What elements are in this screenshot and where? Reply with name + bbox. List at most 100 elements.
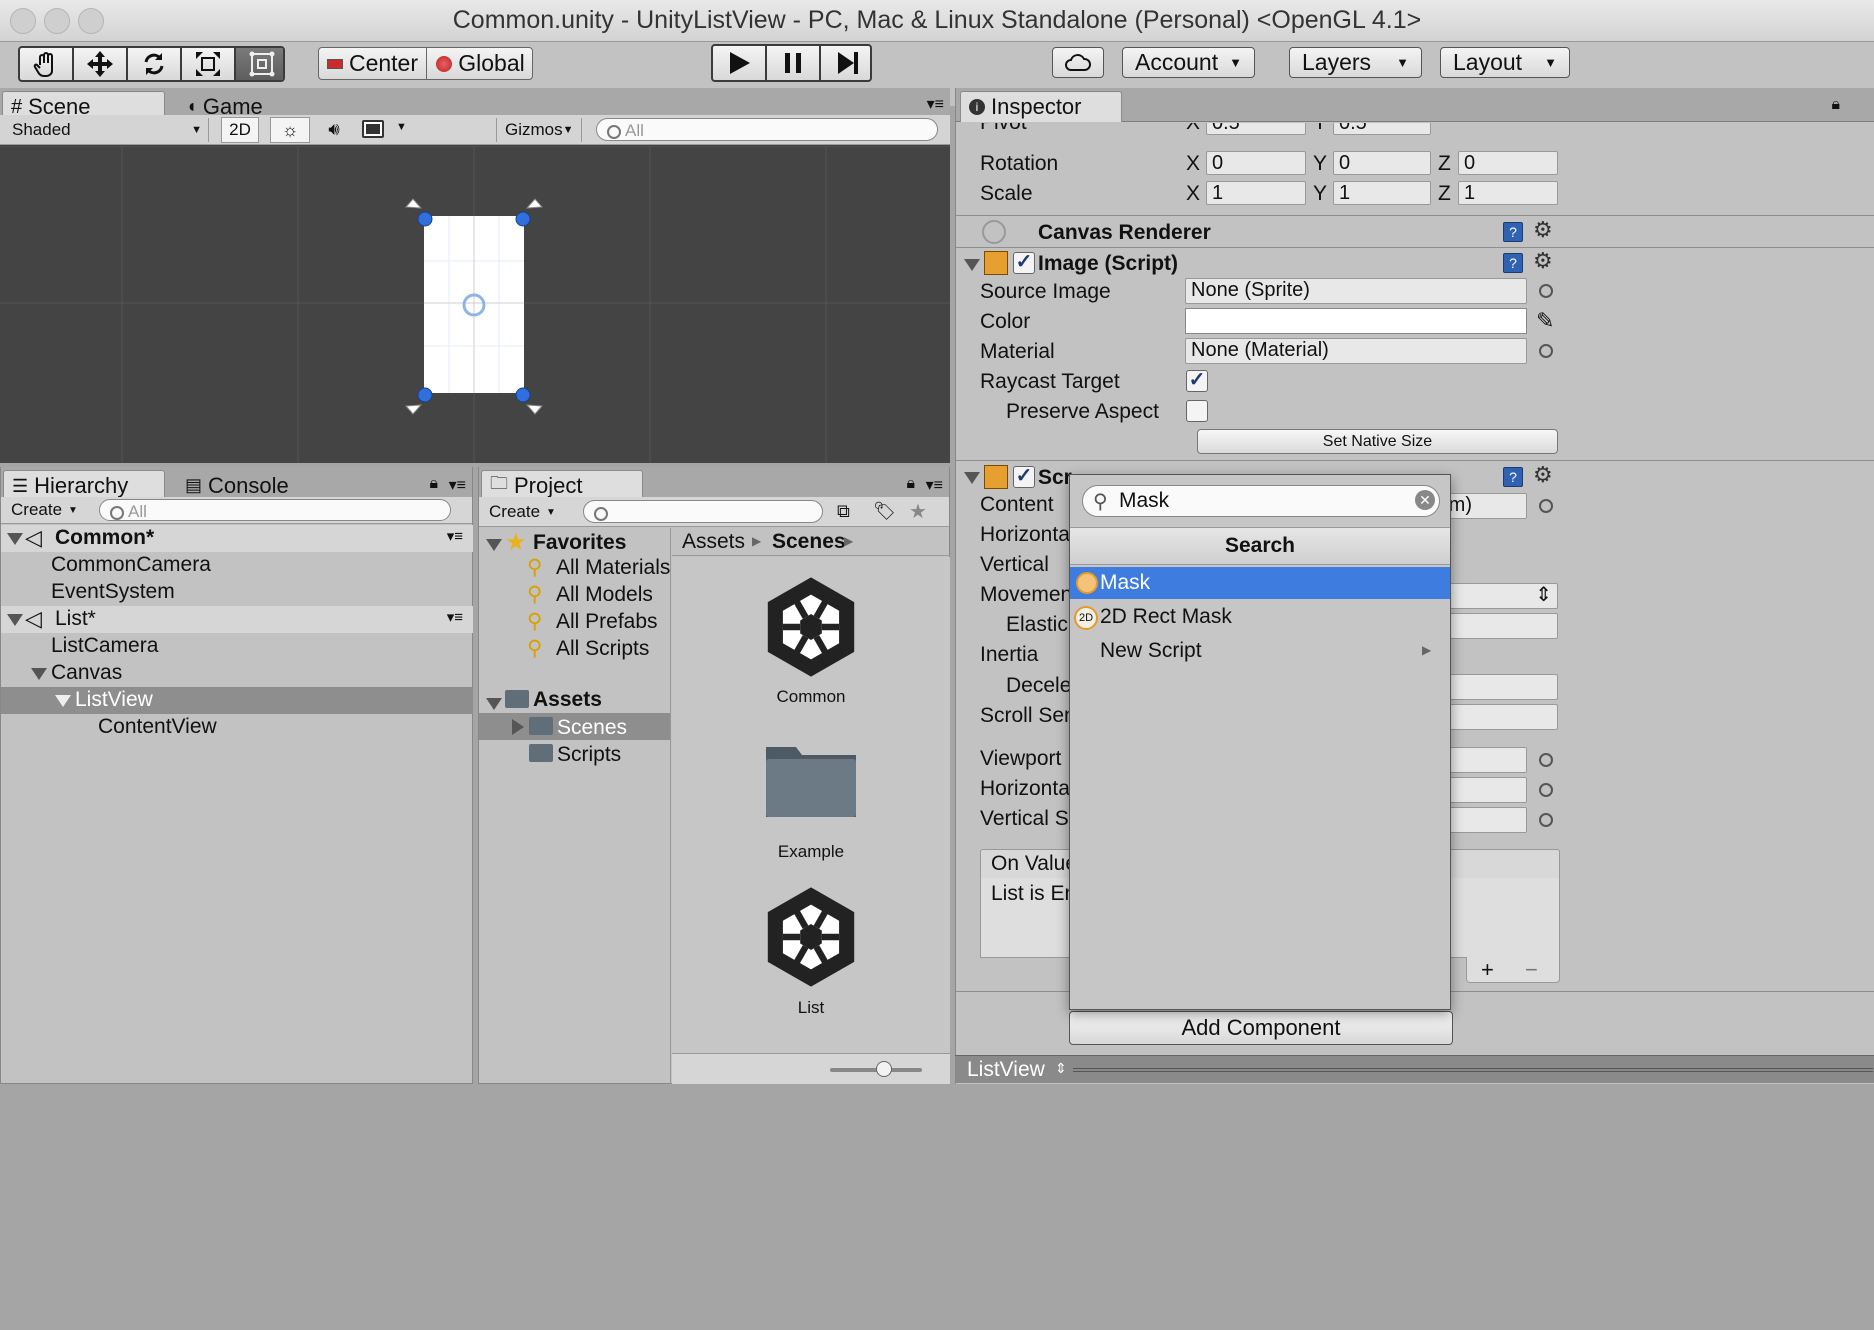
- pivot-x-field[interactable]: 0.5: [1206, 123, 1306, 135]
- favorite-item[interactable]: All Materials: [556, 556, 670, 580]
- cloud-button[interactable]: [1052, 47, 1104, 78]
- layers-dropdown[interactable]: Layers ▼: [1289, 47, 1422, 78]
- hierarchy-row[interactable]: EventSystem: [1, 579, 473, 606]
- foldout-arrow-icon[interactable]: [964, 472, 980, 484]
- expand-arrow-icon[interactable]: [55, 695, 71, 707]
- clear-search-icon[interactable]: ✕: [1415, 490, 1435, 510]
- eyedropper-icon[interactable]: ✎: [1536, 308, 1554, 334]
- audio-toggle-button[interactable]: 🔊︎: [314, 117, 354, 143]
- scene-search-input[interactable]: All: [596, 118, 938, 141]
- breadcrumb-assets[interactable]: Assets: [682, 530, 745, 554]
- raycast-target-checkbox[interactable]: ✓: [1186, 370, 1208, 392]
- shading-dropdown[interactable]: Shaded ▼: [6, 118, 209, 142]
- space-toggle-button[interactable]: Global: [427, 48, 532, 79]
- scale-z-field[interactable]: 1: [1458, 181, 1558, 205]
- favorite-item[interactable]: All Models: [556, 583, 653, 607]
- expand-arrow-icon[interactable]: [7, 533, 23, 545]
- selected-object-label[interactable]: ListView: [967, 1058, 1045, 1082]
- anchor-handle[interactable]: [525, 198, 544, 209]
- object-picker-icon[interactable]: [1539, 344, 1553, 358]
- rotation-y-field[interactable]: 0: [1333, 151, 1431, 175]
- hierarchy-row[interactable]: Canvas: [1, 660, 473, 687]
- scale-x-field[interactable]: 1: [1206, 181, 1306, 205]
- hand-tool-button[interactable]: [20, 48, 74, 80]
- expand-arrow-icon[interactable]: [31, 668, 47, 680]
- effects-toggle-button[interactable]: [362, 120, 384, 138]
- folder-icon[interactable]: [762, 737, 860, 822]
- gear-icon[interactable]: ⚙: [1533, 217, 1553, 243]
- panel-menu-icon[interactable]: ▾≡: [926, 475, 943, 495]
- hierarchy-scene-row[interactable]: ◁ ▾≡ List*: [1, 606, 473, 633]
- gear-icon[interactable]: ⚙: [1533, 462, 1553, 488]
- add-event-button[interactable]: +: [1481, 957, 1494, 983]
- breadcrumb-scenes[interactable]: Scenes: [772, 530, 846, 554]
- 2d-toggle-button[interactable]: 2D: [221, 117, 259, 143]
- lighting-toggle-button[interactable]: ☼: [270, 117, 310, 143]
- play-button[interactable]: [713, 46, 767, 80]
- pivot-toggle-button[interactable]: Center: [319, 48, 427, 79]
- expand-arrow-icon[interactable]: [486, 539, 502, 551]
- footer-resize-handle[interactable]: [1073, 1068, 1873, 1072]
- elasticity-field[interactable]: [1436, 613, 1558, 639]
- popup-item-mask[interactable]: Mask: [1070, 567, 1450, 599]
- step-button[interactable]: [821, 46, 870, 80]
- source-image-field[interactable]: None (Sprite): [1185, 278, 1527, 304]
- object-picker-icon[interactable]: [1539, 813, 1553, 827]
- gear-icon[interactable]: ⚙: [1533, 248, 1553, 274]
- pivot-y-field[interactable]: 0.5: [1333, 123, 1431, 135]
- account-dropdown[interactable]: Account ▼: [1122, 47, 1255, 78]
- tag-icon[interactable]: 🏷︎: [873, 501, 896, 522]
- project-search-input[interactable]: [583, 500, 823, 523]
- object-picker-icon[interactable]: [1539, 783, 1553, 797]
- lock-icon[interactable]: 🔒︎: [429, 475, 438, 493]
- hierarchy-scene-row[interactable]: ◁ ▾≡ Common*: [1, 525, 473, 552]
- anchor-handle[interactable]: [404, 198, 423, 209]
- scene-menu-icon[interactable]: ▾≡: [447, 527, 463, 545]
- component-search-input[interactable]: ⚲ Mask ✕: [1082, 485, 1440, 517]
- layout-dropdown[interactable]: Layout ▼: [1440, 47, 1570, 78]
- project-create-dropdown[interactable]: Create ▼: [489, 501, 565, 523]
- scale-y-field[interactable]: 1: [1333, 181, 1431, 205]
- expand-arrow-icon[interactable]: [7, 614, 23, 626]
- slider-thumb[interactable]: [876, 1061, 892, 1077]
- anchor-handle[interactable]: [525, 404, 544, 415]
- rotate-tool-button[interactable]: [128, 48, 182, 80]
- remove-event-button[interactable]: −: [1525, 957, 1538, 983]
- set-native-size-button[interactable]: Set Native Size: [1197, 429, 1558, 454]
- gizmos-dropdown[interactable]: Gizmos ▼: [496, 118, 582, 142]
- unity-scene-icon[interactable]: [757, 883, 865, 991]
- lock-icon[interactable]: 🔒︎: [1831, 96, 1840, 114]
- popup-item-new-script[interactable]: New Script ▶: [1070, 635, 1450, 667]
- rotation-z-field[interactable]: 0: [1458, 151, 1558, 175]
- pause-button[interactable]: [767, 46, 821, 80]
- color-field[interactable]: [1185, 308, 1527, 334]
- anchor-handle[interactable]: [404, 404, 423, 415]
- scene-grid[interactable]: [0, 146, 950, 463]
- object-picker-icon[interactable]: [1539, 753, 1553, 767]
- collapsed-arrow-icon[interactable]: [512, 719, 524, 735]
- hierarchy-row[interactable]: CommonCamera: [1, 552, 473, 579]
- help-icon[interactable]: ?: [1503, 222, 1523, 242]
- favorite-item[interactable]: All Prefabs: [556, 610, 658, 634]
- scroll-rect-enabled-checkbox[interactable]: ✓: [1013, 466, 1035, 488]
- move-tool-button[interactable]: [74, 48, 128, 80]
- object-picker-icon[interactable]: [1539, 499, 1553, 513]
- corner-handle[interactable]: [515, 211, 531, 227]
- scale-tool-button[interactable]: [182, 48, 236, 80]
- foldout-arrow-icon[interactable]: [964, 259, 980, 271]
- scene-menu-icon[interactable]: ▾≡: [447, 608, 463, 626]
- object-picker-icon[interactable]: [1539, 284, 1553, 298]
- scroll-sensitivity-field[interactable]: [1436, 704, 1558, 730]
- tab-inspector[interactable]: i Inspector: [960, 91, 1122, 122]
- corner-handle[interactable]: [417, 211, 433, 227]
- star-icon[interactable]: ★: [909, 499, 927, 524]
- preserve-aspect-checkbox[interactable]: [1186, 400, 1208, 422]
- deceleration-field[interactable]: [1436, 674, 1558, 700]
- popup-item-rect-mask-2d[interactable]: 2D 2D Rect Mask: [1070, 601, 1450, 633]
- panel-menu-icon[interactable]: ▾≡: [449, 475, 466, 495]
- hierarchy-row[interactable]: ListView: [1, 687, 473, 714]
- hierarchy-row[interactable]: ListCamera: [1, 633, 473, 660]
- favorite-item[interactable]: All Scripts: [556, 637, 649, 661]
- help-icon[interactable]: ?: [1503, 467, 1523, 487]
- hierarchy-row[interactable]: ContentView: [1, 714, 473, 741]
